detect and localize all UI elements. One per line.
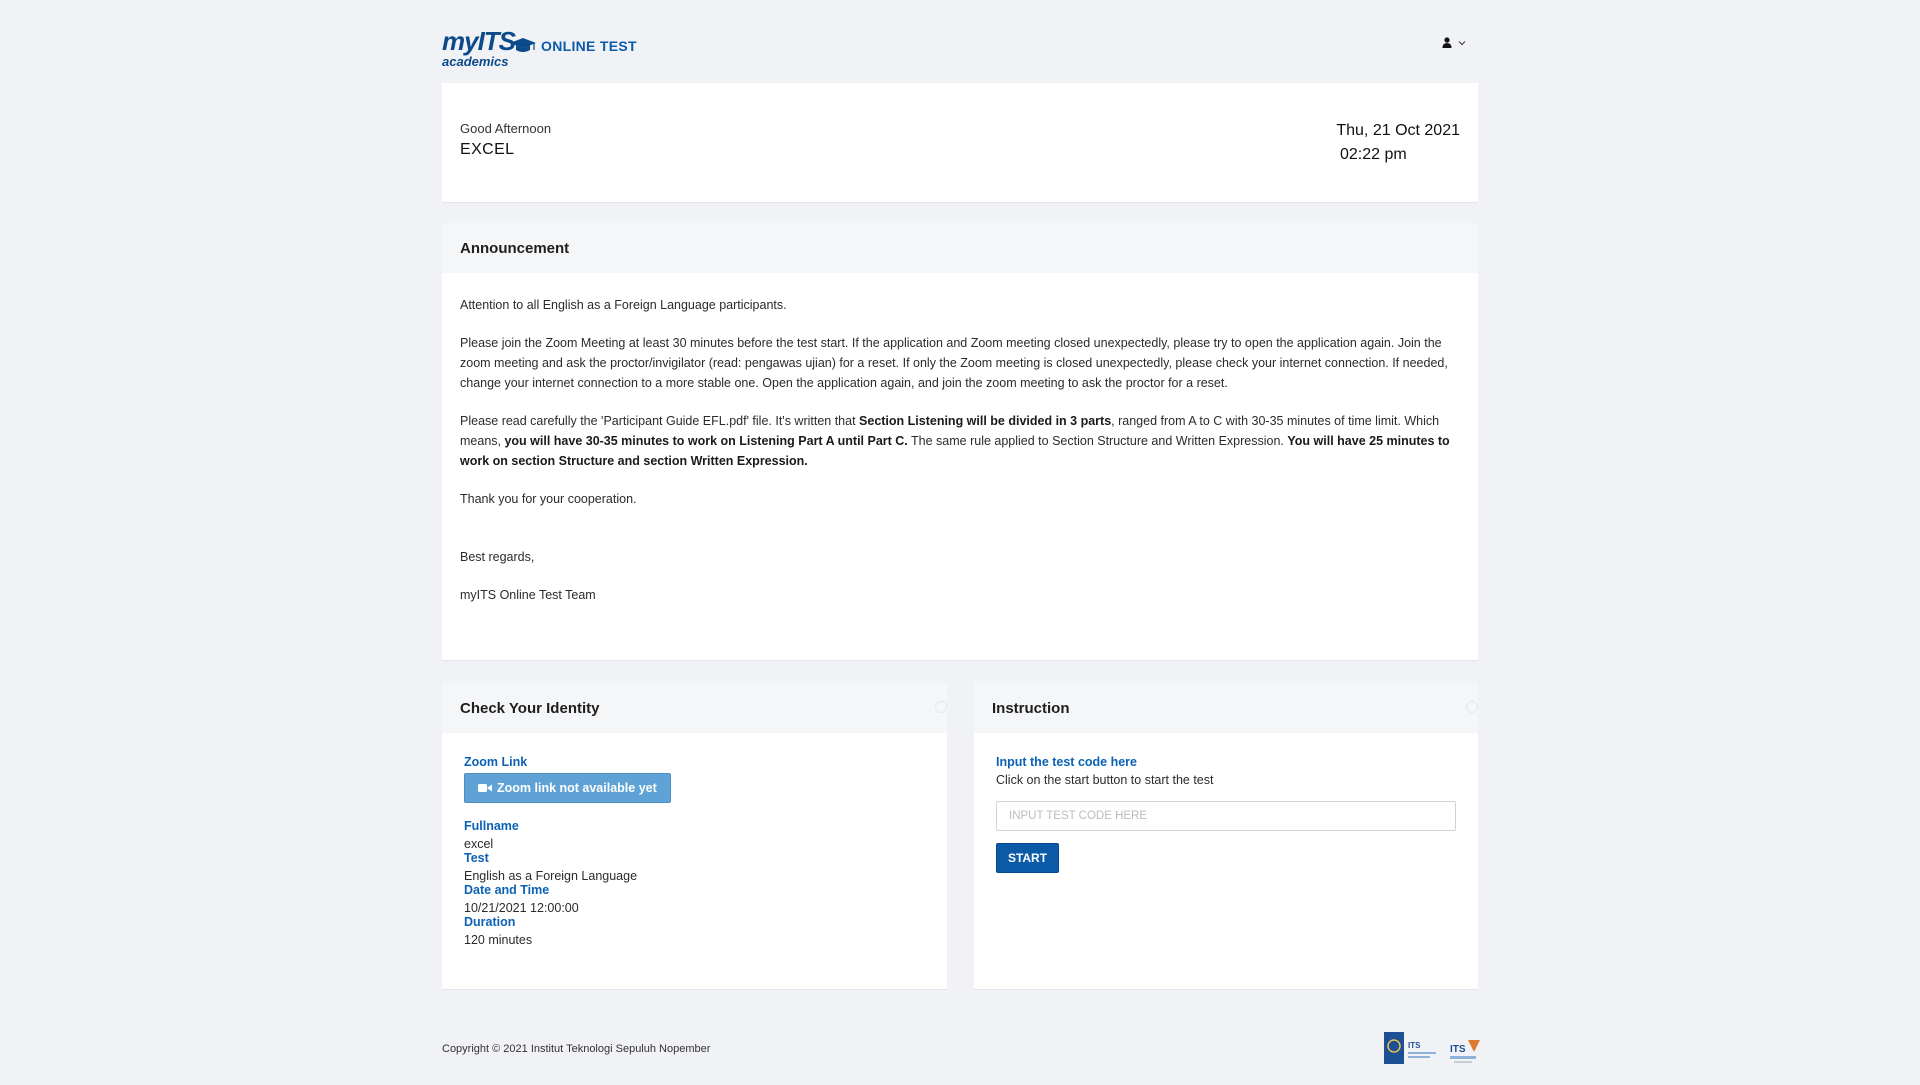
footer-logos: ITS ITS (1384, 1030, 1482, 1066)
instruction-card-header: Instruction (974, 683, 1478, 733)
announcement-paragraph: Please read carefully the 'Participant G… (460, 411, 1460, 471)
its-logo-text: ITS (1408, 1041, 1421, 1050)
greeting-card: Good Afternoon EXCEL Thu, 21 Oct 2021 02… (442, 83, 1478, 203)
instruction-body: Input the test code here Click on the st… (974, 733, 1478, 873)
zoom-button-label: Zoom link not available yet (497, 781, 657, 795)
user-icon (1442, 37, 1452, 48)
top-bar: myITS academics ONLINE TEST (442, 22, 1478, 69)
fullname-value: excel (464, 837, 494, 851)
instruction-hint: Click on the start button to start the t… (996, 773, 1214, 787)
datetime-value: 10/21/2021 12:00:00 (464, 901, 579, 915)
current-date: Thu, 21 Oct 2021 (1336, 122, 1460, 139)
duration-value: 120 minutes (464, 933, 533, 947)
copyright-text: Copyright © 2021 Institut Teknologi Sepu… (442, 1043, 711, 1055)
announcement-text: The same rule applied to Section Structu… (907, 434, 1288, 448)
identity-title: Check Your Identity (460, 700, 600, 717)
logo-primary-text: myITS (442, 26, 516, 56)
announcement-body: Attention to all English as a Foreign La… (442, 273, 1478, 605)
announcement-text: Please read carefully the 'Participant G… (460, 414, 860, 428)
its-anniversary-text: ITS (1450, 1044, 1466, 1055)
test-field: Test English as a Foreign Language (464, 851, 925, 883)
graduation-cap-icon (510, 38, 536, 52)
announcement-card: Announcement Attention to all English as… (442, 223, 1478, 661)
current-time: 02:22 pm (1340, 146, 1407, 163)
instruction-title: Instruction (992, 700, 1070, 717)
announcement-signature: myITS Online Test Team (460, 588, 596, 602)
announcement-bold-text: Section Listening will be divided in 3 p… (859, 414, 1112, 428)
identity-card-header: Check Your Identity (442, 683, 947, 733)
greeting-text: Good Afternoon (460, 121, 552, 136)
identity-body: Zoom Link Zoom link not available yet Fu… (442, 733, 947, 947)
fullname-field: Fullname excel (464, 819, 925, 851)
collapse-dot-icon[interactable] (935, 701, 947, 713)
announcement-title: Announcement (442, 223, 1478, 273)
logo-secondary-text: academics (442, 54, 509, 69)
identity-card: Check Your Identity Zoom Link Zoom link … (442, 683, 947, 990)
duration-field: Duration 120 minutes (464, 915, 925, 947)
test-value: English as a Foreign Language (464, 869, 638, 883)
duration-label: Duration (464, 915, 516, 929)
myits-logo[interactable]: myITS academics (442, 26, 552, 69)
username: EXCEL (460, 141, 515, 158)
its-logo: ITS (1384, 1032, 1436, 1064)
announcement-paragraph: Please join the Zoom Meeting at least 30… (460, 336, 1448, 390)
announcement-paragraph: Attention to all English as a Foreign La… (460, 298, 787, 312)
user-menu[interactable] (1442, 37, 1466, 48)
test-code-label: Input the test code here (996, 755, 1137, 769)
start-button[interactable]: START (996, 843, 1059, 873)
its-anniversary-logo: ITS (1450, 1040, 1480, 1063)
announcement-paragraph: Thank you for your cooperation. (460, 492, 637, 506)
chevron-down-icon (1458, 40, 1466, 45)
zoom-link-button[interactable]: Zoom link not available yet (464, 773, 671, 803)
datetime-label: Date and Time (464, 883, 550, 897)
test-code-input[interactable] (996, 801, 1456, 831)
video-camera-icon (478, 784, 492, 792)
announcement-bold-text: you will have 30-35 minutes to work on L… (504, 434, 908, 448)
zoom-link-label: Zoom Link (464, 755, 528, 769)
app-title: ONLINE TEST (541, 38, 637, 54)
announcement-signoff: Best regards, (460, 550, 535, 564)
test-label: Test (464, 851, 489, 865)
fullname-label: Fullname (464, 819, 519, 833)
instruction-card: Instruction Input the test code here Cli… (974, 683, 1478, 990)
collapse-dot-icon[interactable] (1466, 701, 1478, 713)
datetime-field: Date and Time 10/21/2021 12:00:00 (464, 883, 925, 915)
